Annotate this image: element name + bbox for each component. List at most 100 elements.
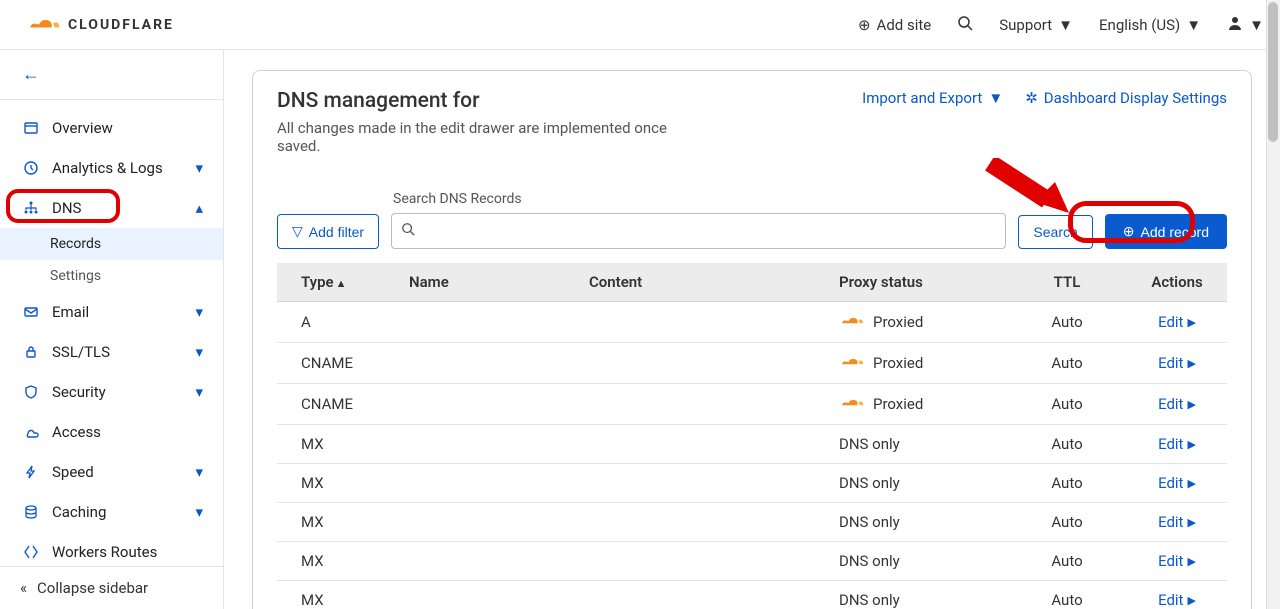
cell-content bbox=[577, 581, 827, 609]
cell-type: MX bbox=[277, 581, 397, 609]
col-name[interactable]: Name bbox=[397, 263, 577, 302]
sidebar-item-analytics[interactable]: Analytics & Logs ▾ bbox=[0, 148, 223, 188]
sidebar-subitem-settings[interactable]: Settings bbox=[50, 260, 223, 292]
cloudflare-logo-icon bbox=[26, 11, 62, 39]
chevron-down-icon: ▾ bbox=[195, 503, 203, 521]
cell-actions: Edit▶ bbox=[1127, 384, 1227, 425]
cloud-proxied-icon bbox=[839, 312, 865, 332]
support-menu[interactable]: Support ▼ bbox=[999, 16, 1073, 34]
chevron-double-left-icon: « bbox=[20, 579, 27, 597]
arrow-left-icon: ← bbox=[22, 64, 40, 85]
overview-icon bbox=[20, 118, 42, 138]
col-proxy[interactable]: Proxy status bbox=[827, 263, 1007, 302]
edit-label: Edit bbox=[1158, 552, 1183, 570]
edit-button[interactable]: Edit▶ bbox=[1158, 591, 1196, 609]
add-filter-button[interactable]: ▽ Add filter bbox=[277, 214, 379, 249]
cell-type: A bbox=[277, 302, 397, 343]
col-ttl[interactable]: TTL bbox=[1007, 263, 1127, 302]
sidebar-label: Analytics & Logs bbox=[52, 159, 163, 177]
scrollbar[interactable] bbox=[1266, 0, 1280, 609]
sidebar-item-security[interactable]: Security ▾ bbox=[0, 372, 223, 412]
language-menu[interactable]: English (US) ▼ bbox=[1099, 16, 1201, 34]
cell-content bbox=[577, 503, 827, 542]
cell-content bbox=[577, 464, 827, 503]
cell-ttl: Auto bbox=[1007, 503, 1127, 542]
scrollbar-thumb[interactable] bbox=[1268, 2, 1278, 142]
topbar-search-button[interactable] bbox=[957, 15, 973, 35]
display-settings-button[interactable]: ✲ Dashboard Display Settings bbox=[1025, 89, 1227, 107]
chevron-down-icon: ▼ bbox=[1058, 16, 1073, 34]
search-icon bbox=[957, 15, 973, 35]
search-label: Search DNS Records bbox=[391, 191, 1006, 207]
cell-ttl: Auto bbox=[1007, 581, 1127, 609]
sidebar-item-workers[interactable]: Workers Routes bbox=[0, 532, 223, 566]
user-menu[interactable]: ▼ bbox=[1227, 15, 1264, 35]
sort-asc-icon: ▲ bbox=[336, 277, 347, 290]
chevron-down-icon: ▾ bbox=[195, 463, 203, 481]
dns-records-table: Type▲ Name Content Proxy status TTL Acti… bbox=[277, 263, 1227, 609]
cell-name bbox=[397, 542, 577, 581]
edit-button[interactable]: Edit▶ bbox=[1158, 435, 1196, 453]
edit-label: Edit bbox=[1158, 354, 1183, 372]
edit-button[interactable]: Edit ▶ bbox=[1158, 513, 1196, 531]
back-button[interactable]: ← bbox=[0, 50, 223, 99]
cell-ttl: Auto bbox=[1007, 343, 1127, 384]
sidebar-item-overview[interactable]: Overview bbox=[0, 108, 223, 148]
sidebar-item-email[interactable]: Email ▾ bbox=[0, 292, 223, 332]
sidebar-label: SSL/TLS bbox=[52, 343, 110, 361]
filter-icon: ▽ bbox=[292, 223, 303, 240]
sidebar-label: DNS bbox=[52, 199, 81, 217]
table-row: CNAMEProxiedAutoEdit▶ bbox=[277, 384, 1227, 425]
edit-label: Edit bbox=[1158, 591, 1183, 609]
chevron-right-icon: ▶ bbox=[1187, 555, 1195, 568]
brand-logo[interactable]: CLOUDFLARE bbox=[16, 11, 174, 39]
sidebar-item-ssl[interactable]: SSL/TLS ▾ bbox=[0, 332, 223, 372]
chevron-down-icon: ▾ bbox=[195, 343, 203, 361]
sidebar-item-access[interactable]: Access bbox=[0, 412, 223, 452]
page-title: DNS management for bbox=[277, 89, 707, 113]
sidebar-label: Overview bbox=[52, 119, 113, 137]
edit-button[interactable]: Edit▶ bbox=[1158, 395, 1196, 413]
chevron-right-icon: ▶ bbox=[1187, 357, 1195, 370]
col-type[interactable]: Type▲ bbox=[277, 263, 397, 302]
add-site-button[interactable]: ⊕ Add site bbox=[858, 16, 931, 34]
cell-type: MX bbox=[277, 425, 397, 464]
col-actions[interactable]: Actions bbox=[1127, 263, 1227, 302]
sidebar-item-caching[interactable]: Caching ▾ bbox=[0, 492, 223, 532]
col-content[interactable]: Content bbox=[577, 263, 827, 302]
search-input[interactable] bbox=[391, 213, 1006, 249]
search-button[interactable]: Search bbox=[1018, 215, 1092, 249]
add-site-label: Add site bbox=[877, 16, 932, 34]
chevron-right-icon: ▶ bbox=[1187, 516, 1195, 529]
edit-button[interactable]: Edit ▶ bbox=[1158, 552, 1196, 570]
add-record-button[interactable]: ⊕ Add record bbox=[1105, 214, 1227, 249]
topbar: CLOUDFLARE ⊕ Add site Support ▼ English … bbox=[0, 0, 1280, 50]
workers-icon bbox=[20, 542, 42, 562]
search-btn-label: Search bbox=[1033, 224, 1077, 240]
cell-actions: Edit▶ bbox=[1127, 464, 1227, 503]
cell-name bbox=[397, 581, 577, 609]
import-export-menu[interactable]: Import and Export ▼ bbox=[862, 89, 1003, 107]
collapse-sidebar-button[interactable]: « Collapse sidebar bbox=[0, 566, 223, 609]
table-row: MXDNS onlyAutoEdit▶ bbox=[277, 425, 1227, 464]
edit-button[interactable]: Edit ▶ bbox=[1158, 354, 1196, 372]
edit-button[interactable]: Edit▶ bbox=[1158, 474, 1196, 492]
cell-content bbox=[577, 343, 827, 384]
cell-proxy: DNS only bbox=[827, 542, 1007, 581]
edit-button[interactable]: Edit▶ bbox=[1158, 313, 1196, 331]
cell-actions: Edit▶ bbox=[1127, 581, 1227, 609]
network-icon bbox=[20, 198, 42, 218]
sidebar-subitem-records[interactable]: Records bbox=[0, 228, 223, 260]
cell-name bbox=[397, 384, 577, 425]
cell-name bbox=[397, 464, 577, 503]
edit-label: Edit bbox=[1158, 513, 1183, 531]
cell-proxy: Proxied bbox=[827, 384, 1007, 425]
cell-actions: Edit▶ bbox=[1127, 302, 1227, 343]
sidebar-item-speed[interactable]: Speed ▾ bbox=[0, 452, 223, 492]
chevron-up-icon: ▴ bbox=[195, 199, 203, 217]
cell-ttl: Auto bbox=[1007, 425, 1127, 464]
chevron-right-icon: ▶ bbox=[1187, 477, 1195, 490]
sidebar-item-dns[interactable]: DNS ▴ bbox=[0, 188, 223, 228]
table-row: MXDNS onlyAutoEdit▶ bbox=[277, 464, 1227, 503]
clock-icon bbox=[20, 158, 42, 178]
